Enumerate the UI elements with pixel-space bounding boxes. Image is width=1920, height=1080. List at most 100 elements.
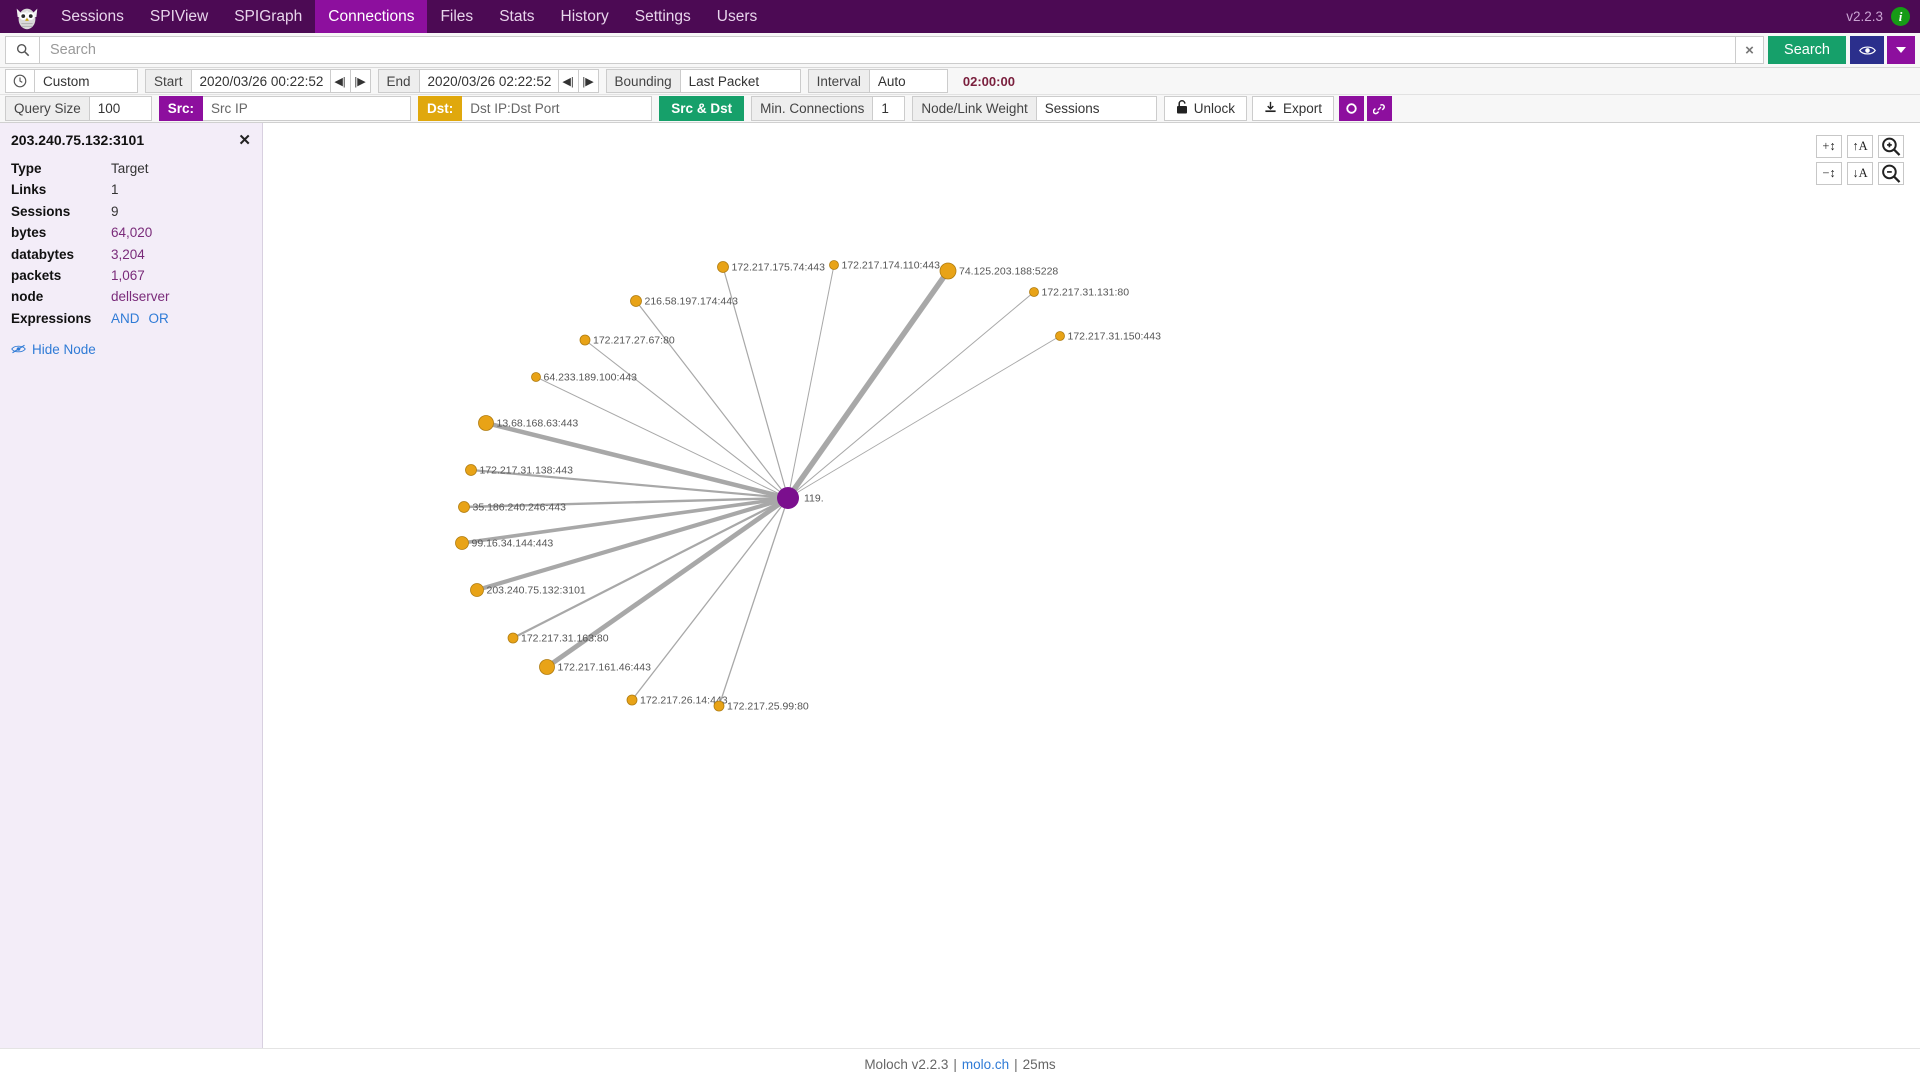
- graph-node-label: 203.240.75.132:3101: [487, 585, 586, 597]
- clear-search-button[interactable]: ×: [1736, 36, 1765, 64]
- graph-canvas[interactable]: 119. 172.217.175.74:443 172.217.174.110:44…: [263, 123, 1920, 1048]
- graph-node[interactable]: [939, 262, 957, 280]
- link-icon[interactable]: [1367, 96, 1392, 121]
- nav-item-connections[interactable]: Connections: [315, 0, 428, 33]
- close-icon[interactable]: ✕: [238, 131, 251, 149]
- node-link-weight-select[interactable]: Sessions: [1036, 96, 1157, 121]
- graph-node-label: 172.217.31.163:80: [521, 633, 609, 645]
- graph-node[interactable]: [470, 583, 484, 597]
- min-connections-group: Min. Connections 1: [751, 96, 906, 121]
- graph-node[interactable]: [478, 415, 494, 431]
- graph-node[interactable]: [1029, 287, 1039, 297]
- time-range-bar: Custom Start 2020/03/26 00:22:52 ◀| |▶ E…: [0, 68, 1920, 95]
- graph-node[interactable]: [455, 536, 469, 550]
- dst-input[interactable]: Dst IP:Dst Port: [462, 96, 653, 121]
- hide-node-button[interactable]: Hide Node: [11, 342, 251, 357]
- expression-and-link[interactable]: AND: [111, 311, 140, 326]
- nav-item-users[interactable]: Users: [704, 0, 770, 33]
- graph-link[interactable]: [718, 497, 789, 707]
- nav-item-sessions[interactable]: Sessions: [48, 0, 137, 33]
- footer-sep-1: |: [953, 1057, 957, 1072]
- query-size-label: Query Size: [5, 96, 90, 121]
- expression-or-link[interactable]: OR: [149, 311, 169, 326]
- graph-node-label: 172.217.174.110:443: [842, 260, 941, 272]
- min-connections-input[interactable]: 1: [873, 96, 906, 121]
- graph-link[interactable]: [635, 300, 789, 499]
- graph-link[interactable]: [631, 497, 789, 701]
- unlock-button[interactable]: Unlock: [1163, 96, 1247, 121]
- bounding-select[interactable]: Last Packet: [680, 69, 801, 93]
- nav-item-spiview[interactable]: SPIView: [137, 0, 221, 33]
- owl-logo-icon[interactable]: [0, 0, 48, 33]
- graph-node[interactable]: [507, 632, 519, 644]
- increase-font-size-button[interactable]: ↑A: [1847, 135, 1873, 158]
- info-row-links: Links 1: [11, 182, 251, 199]
- graph-link[interactable]: [787, 335, 1061, 499]
- graph-node[interactable]: [539, 659, 555, 675]
- interval-group: Interval Auto: [807, 69, 948, 93]
- dst-label: Dst:: [418, 96, 463, 121]
- query-size-input[interactable]: 100: [89, 96, 152, 121]
- nav-item-stats[interactable]: Stats: [486, 0, 547, 33]
- nav-item-settings[interactable]: Settings: [622, 0, 704, 33]
- graph-node[interactable]: [829, 260, 839, 270]
- graph-link[interactable]: [485, 420, 789, 501]
- graph-node[interactable]: [465, 464, 477, 476]
- nav-item-spigraph[interactable]: SPIGraph: [221, 0, 315, 33]
- decrease-node-size-button[interactable]: −↕: [1816, 162, 1842, 185]
- info-row-expressions: Expressions AND OR: [11, 311, 251, 328]
- search-button[interactable]: Search: [1768, 36, 1846, 64]
- node-info-panel: ✕ 203.240.75.132:3101 Type Target Links …: [0, 123, 263, 1048]
- graph-node[interactable]: [713, 700, 725, 712]
- clock-icon[interactable]: [5, 69, 35, 93]
- graph-node-label: 13.68.168.63:443: [497, 418, 579, 430]
- graph-node[interactable]: [458, 501, 470, 513]
- nav-item-files[interactable]: Files: [427, 0, 486, 33]
- start-step-backward-icon[interactable]: ◀|: [330, 69, 351, 93]
- end-label: End: [377, 69, 420, 93]
- graph-zoom-controls: +↕ ↑A −↕ ↓A: [1816, 135, 1904, 185]
- info-value: 3,204: [111, 246, 145, 262]
- graph-node-label: 172.217.27.67:80: [593, 335, 675, 347]
- connections-graph[interactable]: 119. 172.217.175.74:443 172.217.174.110:44…: [263, 123, 1920, 1048]
- src-and-dst-button[interactable]: Src & Dst: [659, 96, 745, 121]
- graph-node[interactable]: [717, 261, 729, 273]
- search-icon: [5, 36, 39, 64]
- info-value: 64,020: [111, 225, 153, 241]
- info-row-type: Type Target: [11, 161, 251, 178]
- graph-hub-node[interactable]: [777, 487, 799, 509]
- increase-node-size-button[interactable]: +↕: [1816, 135, 1842, 158]
- zoom-out-icon[interactable]: [1878, 162, 1904, 185]
- footer-link[interactable]: molo.ch: [962, 1057, 1009, 1072]
- src-label: Src:: [158, 96, 204, 121]
- info-row-node: node dellserver: [11, 289, 251, 306]
- end-time-input[interactable]: 2020/03/26 02:22:52: [419, 69, 559, 93]
- interval-select[interactable]: Auto: [869, 69, 948, 93]
- bounding-label: Bounding: [605, 69, 681, 93]
- decrease-font-size-button[interactable]: ↓A: [1847, 162, 1873, 185]
- graph-node-label: 172.217.31.150:443: [1068, 331, 1162, 343]
- start-step-forward-icon[interactable]: |▶: [350, 69, 371, 93]
- end-step-backward-icon[interactable]: ◀|: [558, 69, 579, 93]
- graph-node[interactable]: [1055, 331, 1065, 341]
- time-mode-value[interactable]: Custom: [35, 69, 138, 93]
- export-button[interactable]: Export: [1251, 96, 1334, 121]
- start-time-input[interactable]: 2020/03/26 00:22:52: [191, 69, 331, 93]
- graph-node[interactable]: [626, 694, 638, 706]
- start-time-group: Start 2020/03/26 00:22:52 ◀| |▶: [145, 69, 371, 93]
- nav-item-history[interactable]: History: [548, 0, 622, 33]
- info-icon[interactable]: i: [1891, 7, 1910, 26]
- end-step-forward-icon[interactable]: |▶: [578, 69, 599, 93]
- info-value: 1: [111, 182, 119, 198]
- graph-node[interactable]: [531, 372, 541, 382]
- circle-icon[interactable]: [1339, 96, 1364, 121]
- graph-node[interactable]: [630, 295, 642, 307]
- search-input[interactable]: [39, 36, 1737, 64]
- query-bar: Query Size 100 Src: Src IP Dst: Dst IP:D…: [0, 95, 1920, 123]
- graph-node-label: 172.217.25.99:80: [727, 701, 809, 713]
- zoom-in-icon[interactable]: [1878, 135, 1904, 158]
- graph-node[interactable]: [579, 334, 591, 346]
- eye-icon[interactable]: [1850, 36, 1884, 64]
- src-input[interactable]: Src IP: [203, 96, 412, 121]
- chevron-down-icon[interactable]: [1887, 36, 1915, 64]
